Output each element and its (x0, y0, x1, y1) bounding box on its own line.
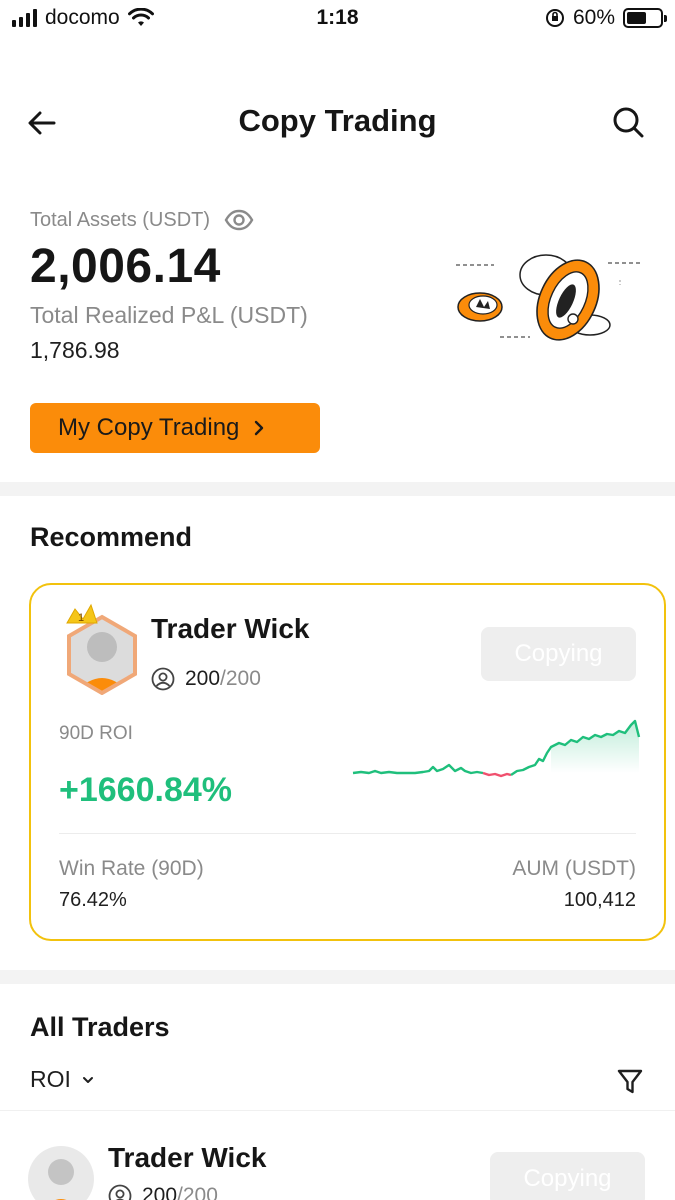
trader-followers: 200/200 (151, 667, 261, 691)
status-right: 60% (545, 6, 667, 30)
crown-rank-icon: 1 (66, 603, 98, 624)
filter-icon (617, 1069, 643, 1094)
page-header: Copy Trading (0, 95, 675, 155)
section-divider (0, 482, 675, 496)
rotation-lock-icon (545, 9, 564, 27)
user-circle-icon (151, 667, 175, 691)
win-rate-label: Win Rate (90D) (59, 857, 204, 880)
roi-sparkline (352, 719, 641, 778)
aum-value: 100,412 (563, 889, 636, 911)
sort-label: ROI (30, 1066, 71, 1092)
copying-button[interactable]: Copying (481, 627, 636, 681)
list-divider (0, 1110, 675, 1111)
total-assets-label: Total Assets (USDT) (30, 208, 211, 231)
trader-followers: 200/200 (108, 1184, 218, 1200)
trader-name: Trader Wick (151, 613, 310, 644)
trader-name: Trader Wick (108, 1142, 267, 1173)
trader-avatar (28, 1146, 94, 1200)
card-divider (59, 833, 636, 834)
assets-summary: Total Assets (USDT) 2,006.14 Total Reali… (30, 205, 650, 465)
roi-value: +1660.84% (59, 771, 232, 809)
rank-number: 1 (78, 612, 84, 624)
roi-label: 90D ROI (59, 723, 133, 744)
page-title: Copy Trading (238, 103, 437, 138)
recommend-title: Recommend (30, 522, 193, 552)
followers-max: /200 (177, 1184, 218, 1200)
coins-illustration (456, 254, 640, 341)
aum-label: AUM (USDT) (512, 857, 636, 880)
win-rate-value: 76.42% (59, 889, 127, 911)
search-button[interactable] (611, 105, 647, 141)
sort-dropdown[interactable]: ROI (30, 1066, 95, 1093)
battery-icon (623, 8, 667, 28)
copying-button[interactable]: Copying (490, 1152, 645, 1200)
eye-icon[interactable] (224, 205, 254, 235)
trader-list-item[interactable]: Trader Wick 200/200 Copying (0, 1120, 675, 1200)
followers-count: 200 (142, 1184, 178, 1200)
all-traders-title: All Traders (30, 1012, 170, 1042)
sort-filter-row: ROI (30, 1066, 645, 1100)
section-divider (0, 970, 675, 984)
my-copy-trading-label: My Copy Trading (58, 414, 240, 441)
recommended-trader-card[interactable]: 1 Trader Wick 200/200 Copying 90D ROI +1… (29, 583, 666, 941)
chevron-down-icon (82, 1076, 93, 1083)
user-circle-icon (108, 1184, 132, 1200)
filter-button[interactable] (617, 1068, 643, 1096)
followers-count: 200 (185, 667, 221, 690)
my-copy-trading-button[interactable]: My Copy Trading (30, 403, 320, 453)
battery-percent: 60% (572, 6, 615, 29)
chevron-right-icon (255, 420, 264, 436)
trader-avatar: 1 (66, 603, 137, 695)
search-icon (613, 107, 644, 138)
followers-max: /200 (220, 667, 261, 690)
status-bar: docomo 1:18 60% (0, 0, 675, 40)
